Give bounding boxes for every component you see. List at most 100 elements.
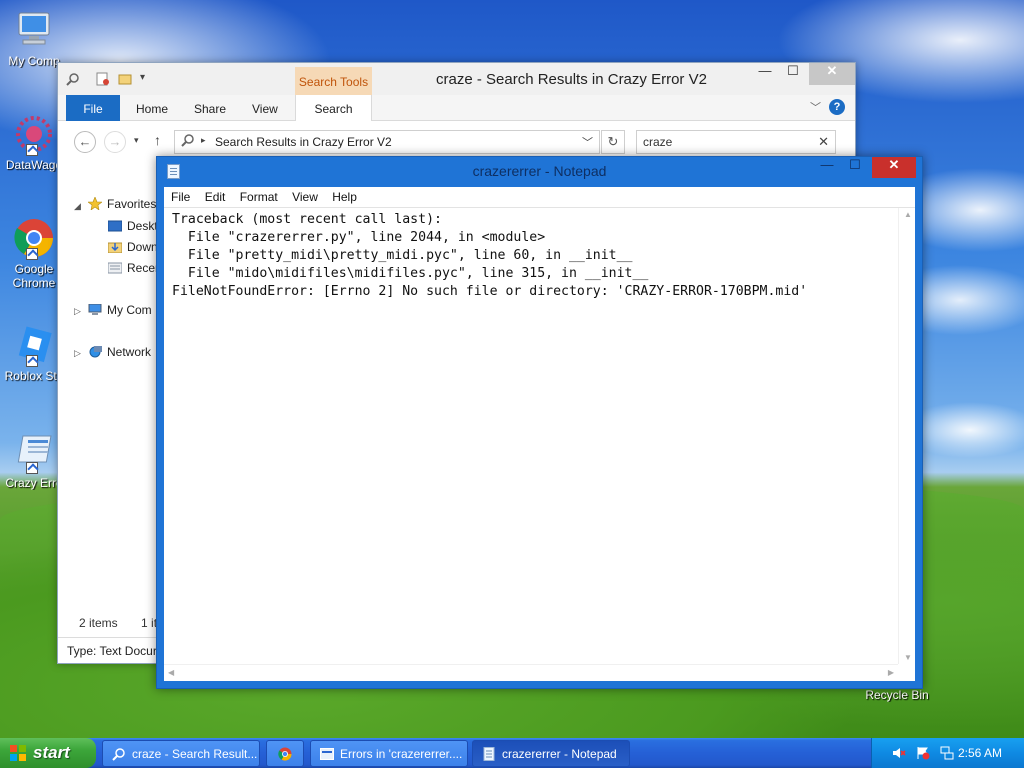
tab-share[interactable]: Share [194,95,226,121]
close-icon[interactable]: ✕ [818,134,829,150]
minimize-button[interactable]: — [814,157,840,178]
expand-icon[interactable]: ▷ [74,306,81,317]
notepad-client-area: File Edit Format View Help Traceback (mo… [164,187,915,681]
nav-item-my-computer[interactable]: My Com [88,303,152,321]
computer-icon [88,303,102,316]
minimize-button[interactable]: — [751,63,779,85]
navigation-pane: ◢ Favorites Deskt Down Recen ▷ My Com ▷ … [58,183,162,583]
back-button[interactable]: ← [74,131,96,153]
recent-locations-chevron-icon[interactable]: ▾ [134,135,139,146]
taskbar-button-notepad[interactable]: crazererrer - Notepad [472,740,630,767]
downloads-folder-icon [107,241,123,254]
windows-logo-icon [10,745,26,761]
refresh-button[interactable]: ↻ [601,130,625,154]
chevron-down-icon[interactable]: ﹀ [582,134,593,150]
desktop-icon-label: Recycle Bin [865,688,929,702]
tab-file[interactable]: File [66,95,120,121]
scroll-up-icon[interactable]: ▲ [904,210,912,219]
navigation-bar: ← → ▾ ↑ ▸ Search Results in Crazy Error … [58,121,855,161]
new-folder-icon[interactable] [118,72,132,86]
address-bar[interactable]: ▸ Search Results in Crazy Error V2 ﹀ [174,130,600,154]
nav-item-recent[interactable]: Recen [107,261,162,279]
scroll-left-icon[interactable]: ◀ [168,668,174,677]
editor-text[interactable]: Traceback (most recent call last): File … [172,211,891,661]
action-center-icon[interactable] [916,746,930,760]
desktop-icon-my-computer[interactable]: My Comp [0,8,68,68]
computer-icon [12,8,56,52]
taskbar-button-errors[interactable]: Errors in 'crazererrer.... [310,740,468,767]
vertical-scrollbar[interactable]: ▲ ▼ [898,208,915,664]
properties-icon[interactable] [96,72,110,86]
network-icon [88,346,102,358]
menu-view[interactable]: View [292,190,318,204]
tab-home[interactable]: Home [136,95,168,121]
start-label: start [33,743,70,762]
horizontal-scrollbar[interactable]: ◀ ▶ [164,664,898,681]
nav-item-network[interactable]: Network [88,345,151,363]
expand-icon[interactable]: ▷ [74,348,81,359]
menu-file[interactable]: File [171,190,190,204]
shortcut-arrow-icon [26,462,38,474]
desktop-icon-label: Crazy Erro [5,476,63,490]
clock[interactable]: 2:56 AM [958,746,1002,760]
network-icon[interactable] [940,746,954,760]
explorer-titlebar[interactable]: ▾ Search Tools craze - Search Results in… [58,63,855,95]
window-title: craze - Search Results in Crazy Error V2 [436,71,707,88]
maximize-button[interactable]: ☐ [779,63,807,85]
tab-search[interactable]: Search [295,95,372,121]
close-button[interactable]: ✕ [872,157,916,178]
up-button[interactable]: ↑ [154,132,161,148]
chrome-icon [278,747,292,761]
shortcut-arrow-icon [26,355,38,367]
maximize-button[interactable]: ☐ [842,157,868,178]
shortcut-arrow-icon [26,248,38,260]
selected-count: 1 it [141,616,158,630]
help-button[interactable]: ? [829,99,845,115]
start-button[interactable]: start [0,738,96,768]
taskbar: start craze - Search Result... Errors in… [0,738,1024,768]
notepad-icon [482,747,496,761]
volume-muted-icon[interactable] [892,746,906,760]
scroll-right-icon[interactable]: ▶ [888,668,894,677]
recent-places-icon [107,262,123,274]
desktop-icon-label: Google Chrome [12,262,56,290]
nav-item-favorites[interactable]: Favorites [87,196,156,215]
search-icon [66,72,80,86]
desktop-icon-recycle-bin[interactable]: Recycle Bin [862,688,932,702]
forward-button[interactable]: → [104,131,126,153]
desktop-icon-label: My Comp [8,54,60,68]
menu-help[interactable]: Help [332,190,357,204]
tab-view[interactable]: View [252,95,278,121]
desktop-icon-label: Roblox Stu [4,369,64,383]
text-editor[interactable]: Traceback (most recent call last): File … [164,208,915,681]
nav-item-desktop[interactable]: Deskt [107,219,158,237]
shortcut-arrow-icon [26,144,38,156]
breadcrumb-arrow-icon[interactable]: ▸ [201,135,206,146]
window-icon [320,747,334,761]
chevron-down-icon[interactable]: ﹀ [810,99,821,115]
notepad-titlebar[interactable]: crazererrer - Notepad — ☐ ✕ [157,157,922,185]
ribbon-tabs: File Home Share View Search ﹀ ? [58,95,855,121]
search-input[interactable]: craze ✕ [636,130,836,154]
menu-format[interactable]: Format [240,190,278,204]
menu-bar: File Edit Format View Help [164,187,915,208]
search-icon [112,747,126,761]
roblox-studio-icon [12,323,56,367]
folder-app-icon [12,430,56,474]
menu-edit[interactable]: Edit [205,190,226,204]
notepad-window[interactable]: crazererrer - Notepad — ☐ ✕ File Edit Fo… [156,156,923,689]
address-text: Search Results in Crazy Error V2 [215,135,392,149]
taskbar-button-chrome[interactable] [266,740,304,767]
search-tools-contextual-tab: Search Tools [295,67,372,95]
desktop-icon-label: DataWago [5,158,63,172]
collapse-icon[interactable]: ◢ [74,201,81,212]
desktop-icon [107,220,123,232]
taskbar-button-explorer[interactable]: craze - Search Result... [102,740,260,767]
search-icon [181,133,195,150]
scroll-down-icon[interactable]: ▼ [904,653,912,662]
system-tray: 2:56 AM [871,738,1024,768]
nav-item-downloads[interactable]: Down [107,240,158,258]
customize-qat-icon[interactable]: ▾ [140,72,154,86]
close-button[interactable]: ✕ [809,63,855,85]
star-icon [87,196,103,211]
